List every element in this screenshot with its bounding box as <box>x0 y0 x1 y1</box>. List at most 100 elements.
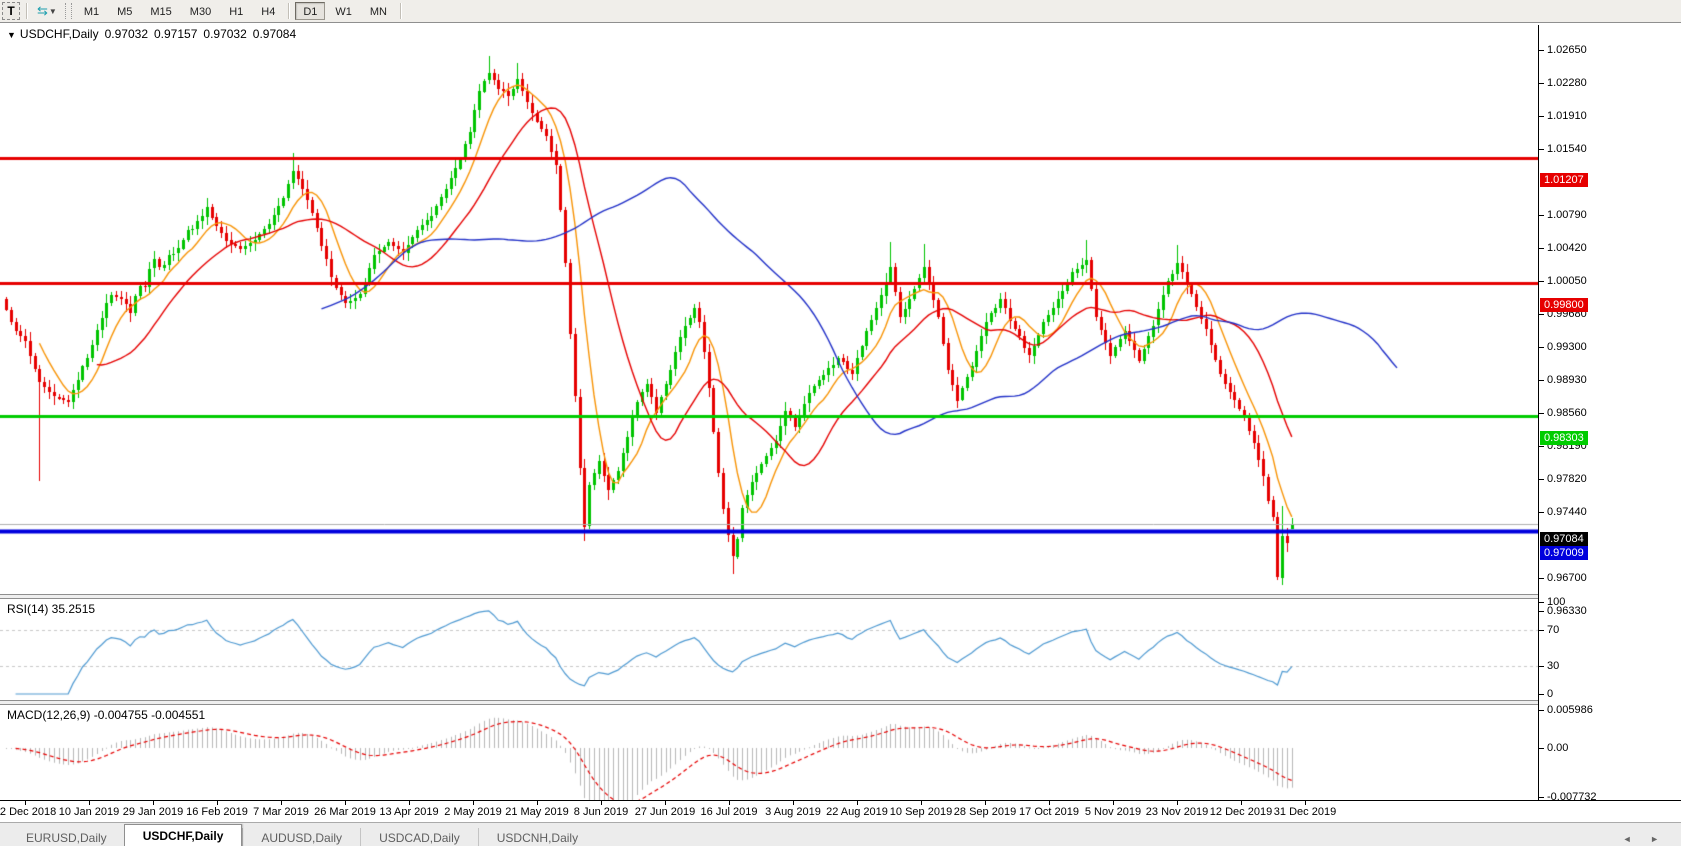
toolbar-grip[interactable] <box>65 3 72 19</box>
date-tick-label: 16 Jul 2019 <box>701 806 758 818</box>
date-tick-mark <box>1113 801 1114 805</box>
axis-tick-mark <box>1539 666 1544 667</box>
date-tick-mark <box>537 801 538 805</box>
rsi-panel-canvas[interactable] <box>0 599 1538 700</box>
date-tick-label: 29 Jan 2019 <box>123 806 184 818</box>
date-tick-label: 31 Dec 2019 <box>1274 806 1336 818</box>
timeframe-button-d1[interactable]: D1 <box>295 2 325 20</box>
axis-tick-mark <box>1539 578 1544 579</box>
arrows-tool-icon: ⇆ <box>37 3 47 19</box>
timeframe-group: M1M5M15M30H1H4 D1W1MN <box>75 2 396 20</box>
tab-scroll-left-icon[interactable]: ◄ <box>1623 834 1640 844</box>
date-tick-mark <box>1305 801 1306 805</box>
timeframe-button-h4[interactable]: H4 <box>253 2 283 20</box>
rsi-tick-label: 30 <box>1547 660 1559 672</box>
arrows-tool-button[interactable]: ⇆ ▼ <box>34 2 60 20</box>
price-tick-label: 0.96700 <box>1547 572 1587 584</box>
axis-tick-mark <box>1539 446 1544 447</box>
chart-collapse-arrow[interactable]: ▼ <box>7 30 16 40</box>
timeframe-button-h1[interactable]: H1 <box>221 2 251 20</box>
ohlc-close: 0.97084 <box>253 27 296 41</box>
text-tool-button[interactable]: T <box>2 2 20 20</box>
axis-tick-mark <box>1539 748 1544 749</box>
date-tick-label: 5 Nov 2019 <box>1085 806 1141 818</box>
axis-tick-mark <box>1539 314 1544 315</box>
chart-window: ▼USDCHF,Daily0.970320.971570.970320.9708… <box>0 22 1681 823</box>
current-price-badge: 0.97084 <box>1540 532 1588 546</box>
date-tick-label: 12 Dec 2019 <box>1210 806 1272 818</box>
date-tick-label: 17 Oct 2019 <box>1019 806 1079 818</box>
date-tick-label: 3 Aug 2019 <box>765 806 821 818</box>
price-tick-label: 0.98560 <box>1547 407 1587 419</box>
chevron-down-icon[interactable]: ▼ <box>49 7 57 16</box>
price-tick-label: 0.99300 <box>1547 341 1587 353</box>
date-tick-label: 22 Aug 2019 <box>826 806 888 818</box>
axis-tick-mark <box>1539 149 1544 150</box>
price-tick-label: 1.00420 <box>1547 242 1587 254</box>
date-tick-mark <box>665 801 666 805</box>
date-tick-mark <box>153 801 154 805</box>
chart-tab-usdcnh[interactable]: USDCNH,Daily <box>478 828 596 846</box>
hline-price-badge: 0.97009 <box>1540 546 1588 560</box>
chart-tab-audusd[interactable]: AUDUSD,Daily <box>242 828 360 846</box>
trading-app-window: T ⇆ ▼ M1M5M15M30H1H4 D1W1MN ▼ USDCHF,Daily… <box>0 0 1681 846</box>
macd-label: MACD(12,26,9) -0.004755 -0.004551 <box>7 708 205 722</box>
date-tick-mark <box>409 801 410 805</box>
price-chart-canvas[interactable] <box>0 25 1538 594</box>
axis-tick-mark <box>1539 281 1544 282</box>
axis-tick-mark <box>1539 83 1544 84</box>
chart-tab-usdchf[interactable]: USDCHF,Daily <box>124 824 243 846</box>
date-tick-label: 2 May 2019 <box>444 806 501 818</box>
chart-tab-eurusd[interactable]: EURUSD,Daily <box>8 828 125 846</box>
date-tick-label: 23 Nov 2019 <box>1146 806 1208 818</box>
date-tick-mark <box>1049 801 1050 805</box>
toolbar-separator <box>26 3 28 19</box>
price-tick-label: 1.00050 <box>1547 275 1587 287</box>
ohlc-open: 0.97032 <box>105 27 148 41</box>
timeframe-button-w1[interactable]: W1 <box>327 2 360 20</box>
date-tick-mark <box>345 801 346 805</box>
price-tick-label: 0.98930 <box>1547 374 1587 386</box>
date-axis[interactable]: 22 Dec 201810 Jan 201929 Jan 201916 Feb … <box>0 800 1681 823</box>
tab-scroll-right-icon[interactable]: ► <box>1650 834 1667 844</box>
date-tick-mark <box>857 801 858 805</box>
timeframe-button-m5[interactable]: M5 <box>109 2 140 20</box>
macd-panel-canvas[interactable] <box>0 705 1538 802</box>
price-tick-label: 1.02650 <box>1547 44 1587 56</box>
date-tick-label: 22 Dec 2018 <box>0 806 56 818</box>
rsi-tick-label: 70 <box>1547 624 1559 636</box>
date-tick-mark <box>985 801 986 805</box>
timeframe-button-m30[interactable]: M30 <box>182 2 219 20</box>
macd-tick-label: 0.005986 <box>1547 704 1593 716</box>
timeframe-button-m15[interactable]: M15 <box>142 2 179 20</box>
hline-price-badge: 0.99800 <box>1540 298 1588 312</box>
date-tick-label: 7 Mar 2019 <box>253 806 309 818</box>
date-tick-mark <box>601 801 602 805</box>
timeframe-button-mn[interactable]: MN <box>362 2 395 20</box>
axis-tick-mark <box>1539 694 1544 695</box>
axis-tick-mark <box>1539 797 1544 798</box>
date-tick-label: 28 Sep 2019 <box>954 806 1016 818</box>
price-tick-label: 1.01540 <box>1547 143 1587 155</box>
toolbar-separator <box>288 3 290 19</box>
chart-symbol-label: USDCHF,Daily <box>20 27 99 41</box>
axis-tick-mark <box>1539 50 1544 51</box>
date-tick-mark <box>473 801 474 805</box>
rsi-tick-label: 0 <box>1547 688 1553 700</box>
date-tick-label: 21 May 2019 <box>505 806 569 818</box>
date-tick-mark <box>89 801 90 805</box>
date-tick-mark <box>25 801 26 805</box>
price-tick-label: 1.01910 <box>1547 110 1587 122</box>
date-tick-label: 26 Mar 2019 <box>314 806 376 818</box>
axis-tick-mark <box>1539 116 1544 117</box>
hline-price-badge: 1.01207 <box>1540 173 1588 187</box>
date-tick-label: 13 Apr 2019 <box>379 806 438 818</box>
tab-scroll-arrows: ◄ ► <box>1623 834 1667 841</box>
price-axis[interactable]: 1.026501.022801.019101.015401.007901.004… <box>1538 25 1681 823</box>
chart-tab-usdcad[interactable]: USDCAD,Daily <box>360 828 478 846</box>
ohlc-high: 0.97157 <box>154 27 197 41</box>
axis-tick-mark <box>1539 215 1544 216</box>
timeframe-button-m1[interactable]: M1 <box>76 2 107 20</box>
date-tick-label: 27 Jun 2019 <box>635 806 696 818</box>
price-tick-label: 1.00790 <box>1547 209 1587 221</box>
